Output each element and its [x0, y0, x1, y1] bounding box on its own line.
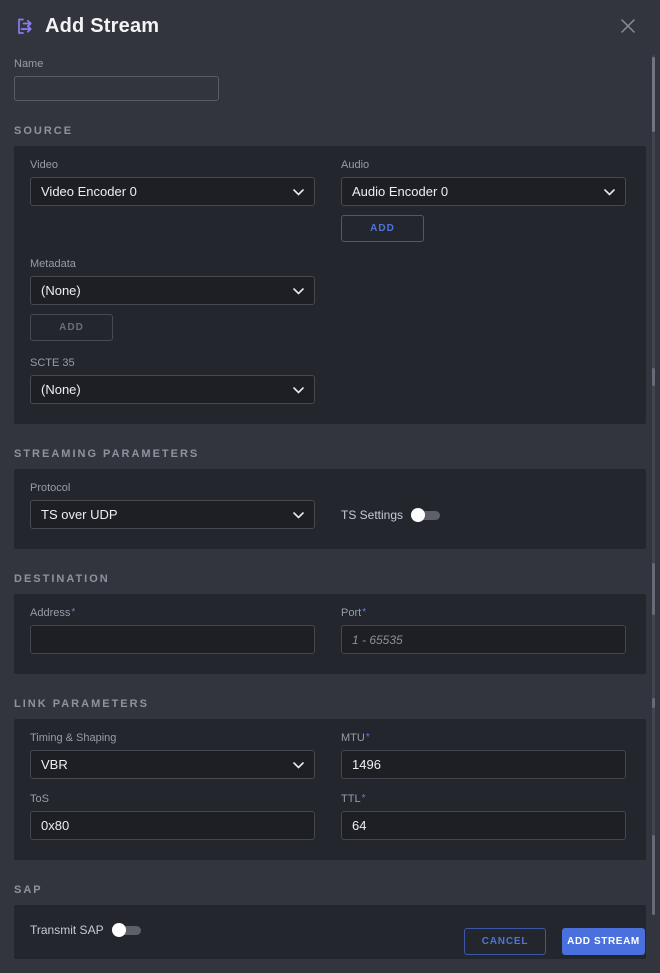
mtu-input[interactable] [341, 750, 626, 779]
chevron-down-icon [293, 381, 304, 399]
mtu-label: MTU* [341, 732, 626, 744]
scrollbar-track[interactable] [652, 55, 655, 915]
video-label: Video [30, 159, 315, 171]
port-label: Port* [341, 607, 626, 619]
ts-settings-label: TS Settings [341, 508, 403, 522]
dialog-header: Add Stream [14, 0, 646, 38]
required-asterisk: * [71, 607, 75, 618]
name-label: Name [14, 58, 219, 70]
video-select-value: Video Encoder 0 [41, 184, 293, 199]
name-input[interactable] [14, 76, 219, 101]
streaming-panel: Protocol TS over UDP TS Settings [14, 469, 646, 549]
source-section-title: SOURCE [14, 125, 646, 137]
audio-select-value: Audio Encoder 0 [352, 184, 604, 199]
chevron-down-icon [293, 756, 304, 774]
streaming-section-title: STREAMING PARAMETERS [14, 448, 646, 460]
chevron-down-icon [604, 183, 615, 201]
audio-select[interactable]: Audio Encoder 0 [341, 177, 626, 206]
destination-section-title: DESTINATION [14, 573, 646, 585]
scrollbar-mark [652, 698, 655, 708]
timing-shaping-select[interactable]: VBR [30, 750, 315, 779]
protocol-label: Protocol [30, 482, 315, 494]
add-stream-dialog: Add Stream Name SOURCE Video Video Encod… [0, 0, 660, 973]
address-label: Address* [30, 607, 315, 619]
audio-add-button[interactable]: ADD [341, 215, 424, 242]
chevron-down-icon [293, 183, 304, 201]
source-panel: Video Video Encoder 0 Audio Audio Encode… [14, 146, 646, 424]
destination-panel: Address* Port* [14, 594, 646, 674]
scte35-select[interactable]: (None) [30, 375, 315, 404]
sap-section-title: SAP [14, 884, 646, 896]
audio-label: Audio [341, 159, 626, 171]
cancel-button[interactable]: CANCEL [464, 928, 546, 955]
close-icon[interactable] [616, 14, 640, 38]
scrollbar-mark [652, 563, 655, 615]
metadata-label: Metadata [30, 258, 315, 270]
ts-settings-toggle-row: TS Settings [341, 508, 626, 522]
scrollbar-mark [652, 368, 655, 386]
ts-settings-toggle[interactable] [411, 508, 440, 522]
scrollbar-mark [652, 835, 655, 915]
scrollbar-thumb[interactable] [652, 57, 655, 132]
metadata-add-button[interactable]: ADD [30, 314, 113, 341]
toggle-knob [411, 508, 425, 522]
tos-label: ToS [30, 793, 315, 805]
required-asterisk: * [366, 732, 370, 743]
scte35-select-value: (None) [41, 382, 293, 397]
timing-shaping-label: Timing & Shaping [30, 732, 315, 744]
required-asterisk: * [362, 607, 366, 618]
ttl-label: TTL* [341, 793, 626, 805]
link-parameters-section-title: LINK PARAMETERS [14, 698, 646, 710]
metadata-select[interactable]: (None) [30, 276, 315, 305]
dialog-title: Add Stream [45, 15, 159, 38]
ttl-input[interactable] [341, 811, 626, 840]
protocol-select-value: TS over UDP [41, 507, 293, 522]
port-input[interactable] [341, 625, 626, 654]
metadata-select-value: (None) [41, 283, 293, 298]
required-asterisk: * [362, 793, 366, 804]
video-select[interactable]: Video Encoder 0 [30, 177, 315, 206]
timing-shaping-select-value: VBR [41, 757, 293, 772]
chevron-down-icon [293, 282, 304, 300]
address-input[interactable] [30, 625, 315, 654]
add-stream-button[interactable]: ADD STREAM [562, 928, 645, 955]
scte35-label: SCTE 35 [30, 357, 315, 369]
link-parameters-panel: Timing & Shaping VBR MTU* [14, 719, 646, 860]
tos-input[interactable] [30, 811, 315, 840]
chevron-down-icon [293, 506, 304, 524]
protocol-select[interactable]: TS over UDP [30, 500, 315, 529]
dialog-footer: CANCEL ADD STREAM [0, 928, 645, 955]
stream-out-icon [14, 15, 36, 37]
name-field-group: Name [14, 58, 219, 101]
